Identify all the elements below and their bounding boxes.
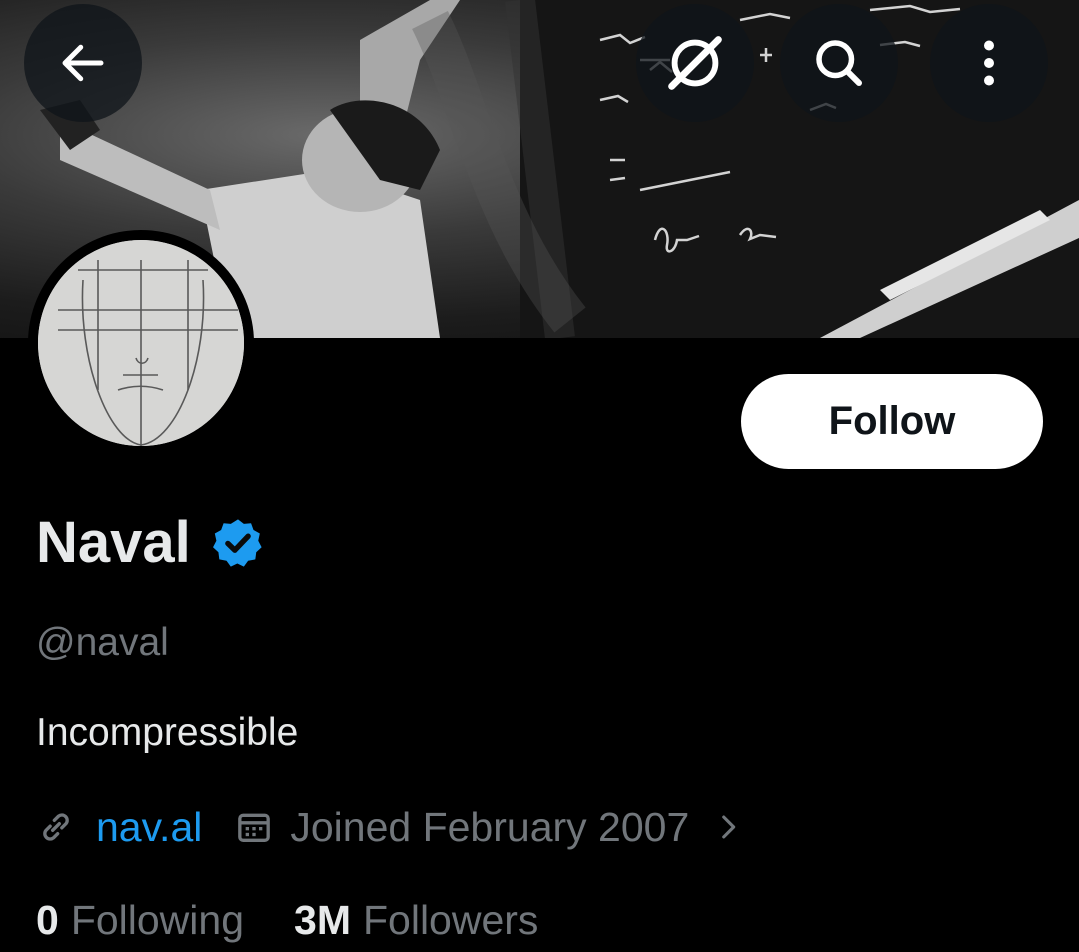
grok-button[interactable] (636, 4, 754, 122)
avatar-image (38, 240, 244, 446)
followers-label: Followers (362, 897, 539, 943)
verified-badge-icon[interactable] (211, 516, 265, 570)
following-stat[interactable]: 0 Following (36, 892, 244, 948)
website-link[interactable]: nav.al (96, 800, 202, 854)
arrow-left-icon (62, 44, 104, 82)
following-count: 0 (36, 897, 59, 943)
profile-bio: Incompressible (36, 711, 299, 754)
back-button[interactable] (24, 4, 142, 122)
profile-handle: @naval (36, 621, 169, 664)
search-button[interactable] (780, 4, 898, 122)
follow-button[interactable]: Follow (741, 374, 1043, 469)
link-icon (43, 813, 69, 841)
search-icon (816, 40, 862, 86)
followers-count: 3M (294, 897, 351, 943)
followers-stat[interactable]: 3M Followers (294, 892, 538, 948)
profile-stats: 0 Following 3M Followers (36, 892, 538, 948)
more-options-button[interactable] (930, 4, 1048, 122)
more-vertical-icon (984, 40, 994, 86)
calendar-icon (238, 813, 271, 842)
joined-date: Joined February 2007 (290, 804, 690, 850)
profile-name-row: Naval (36, 508, 265, 578)
profile-meta: nav.al Joined February 2007 (36, 800, 745, 854)
grok-icon (668, 36, 722, 90)
chevron-right-icon[interactable] (711, 810, 745, 844)
following-label: Following (70, 897, 245, 943)
avatar[interactable] (28, 230, 254, 456)
display-name: Naval (36, 510, 191, 575)
